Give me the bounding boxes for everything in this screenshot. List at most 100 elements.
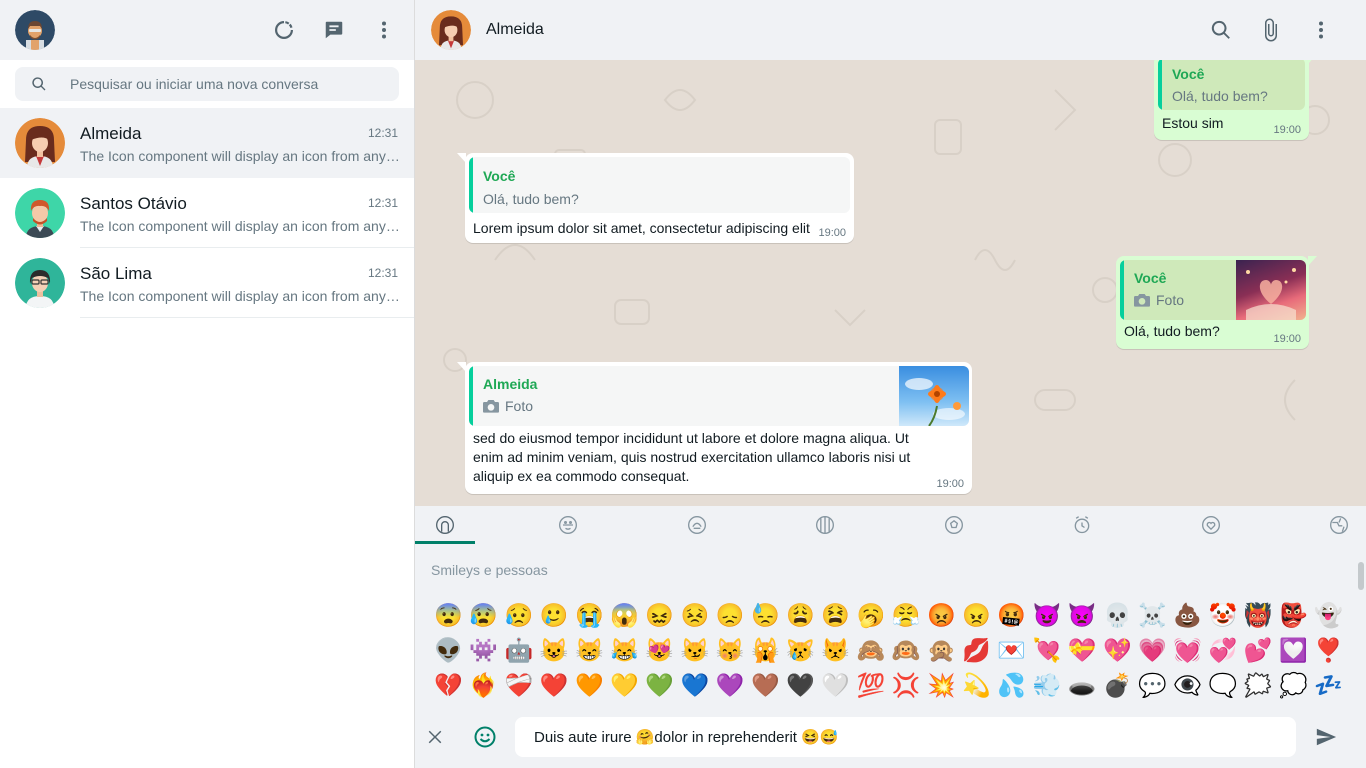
emoji-button[interactable]: 🗯️ — [1241, 668, 1276, 703]
new-chat-button[interactable] — [314, 10, 354, 50]
tab-objects[interactable] — [1181, 506, 1241, 544]
tab-food[interactable] — [667, 506, 727, 544]
emoji-button[interactable]: 😈 — [1029, 598, 1064, 633]
emoji-button[interactable]: 💢 — [889, 668, 924, 703]
tab-sports[interactable] — [924, 506, 984, 544]
emoji-button[interactable]: 💦 — [994, 668, 1029, 703]
emoji-button[interactable]: 😻 — [642, 633, 677, 668]
emoji-button[interactable]: 🗨️ — [1205, 668, 1240, 703]
emoji-button[interactable]: 😥 — [501, 598, 536, 633]
emoji-button[interactable]: 💤 — [1311, 668, 1346, 703]
emoji-button[interactable]: ❣️ — [1311, 633, 1346, 668]
emoji-button[interactable]: 💘 — [1029, 633, 1064, 668]
tab-animals[interactable] — [538, 506, 598, 544]
emoji-button[interactable]: 👻 — [1311, 598, 1346, 633]
message-bubble-outgoing[interactable]: Você Foto Olá, tudo bem? 19:00 — [1116, 256, 1317, 349]
chat-list-item-santos-otavio[interactable]: Santos Otávio 12:31 The Icon component w… — [0, 178, 414, 248]
emoji-scrollbar[interactable] — [1358, 562, 1364, 590]
emoji-button[interactable]: 💞 — [1205, 633, 1240, 668]
emoji-button[interactable]: 😡 — [924, 598, 959, 633]
quote-thumbnail[interactable] — [899, 366, 969, 426]
emoji-button[interactable]: 💖 — [1100, 633, 1135, 668]
emoji-button[interactable]: 💚 — [642, 668, 677, 703]
status-button[interactable] — [264, 10, 304, 50]
emoji-button[interactable]: 😺 — [537, 633, 572, 668]
emoji-button[interactable]: 💙 — [677, 668, 712, 703]
emoji-button[interactable]: 😱 — [607, 598, 642, 633]
emoji-button[interactable]: 🕳️ — [1065, 668, 1100, 703]
emoji-button[interactable]: 😣 — [677, 598, 712, 633]
emoji-button[interactable]: ❤️‍🩹 — [501, 668, 536, 703]
emoji-button[interactable]: 💕 — [1241, 633, 1276, 668]
emoji-button[interactable]: 🙉 — [889, 633, 924, 668]
quoted-message[interactable]: Você Olá, tudo bem? — [1158, 60, 1305, 110]
emoji-button[interactable]: 🤖 — [501, 633, 536, 668]
emoji-button[interactable]: 😰 — [466, 598, 501, 633]
emoji-button[interactable]: ☠️ — [1135, 598, 1170, 633]
emoji-button[interactable]: 👾 — [466, 633, 501, 668]
emoji-button[interactable]: 🤍 — [818, 668, 853, 703]
emoji-button[interactable]: 👿 — [1065, 598, 1100, 633]
quoted-message[interactable]: Almeida Foto — [469, 366, 969, 426]
emoji-button[interactable]: 💛 — [607, 668, 642, 703]
emoji-button[interactable]: 💜 — [713, 668, 748, 703]
emoji-button[interactable]: 💭 — [1276, 668, 1311, 703]
emoji-button[interactable]: 🙈 — [853, 633, 888, 668]
quote-thumbnail[interactable] — [1236, 260, 1306, 320]
chat-list-item-sao-lima[interactable]: São Lima 12:31 The Icon component will d… — [0, 248, 414, 318]
tab-travel[interactable] — [1052, 506, 1112, 544]
emoji-button[interactable]: 💀 — [1100, 598, 1135, 633]
quoted-message[interactable]: Você Olá, tudo bem? — [469, 157, 850, 213]
emoji-button[interactable]: 🤬 — [994, 598, 1029, 633]
attach-button[interactable] — [1251, 10, 1291, 50]
my-avatar[interactable] — [15, 10, 55, 50]
emoji-button[interactable]: 💣 — [1100, 668, 1135, 703]
emoji-button[interactable]: 💔 — [431, 668, 466, 703]
emoji-button[interactable]: 😩 — [783, 598, 818, 633]
emoji-button[interactable]: 🤎 — [748, 668, 783, 703]
tab-symbols[interactable] — [1309, 506, 1366, 544]
close-emoji-button[interactable] — [415, 717, 455, 757]
emoji-button[interactable]: 😿 — [783, 633, 818, 668]
tab-smileys[interactable] — [415, 506, 475, 544]
emoji-button[interactable]: 💫 — [959, 668, 994, 703]
emoji-button[interactable]: 🙀 — [748, 633, 783, 668]
emoji-button[interactable]: 😽 — [713, 633, 748, 668]
quoted-message[interactable]: Você Foto — [1120, 260, 1306, 320]
emoji-button[interactable]: 💋 — [959, 633, 994, 668]
conversation-menu-button[interactable] — [1301, 10, 1341, 50]
emoji-button[interactable]: 👹 — [1241, 598, 1276, 633]
emoji-toggle-button[interactable] — [465, 717, 505, 757]
message-bubble-incoming[interactable]: Você Olá, tudo bem? Lorem ipsum dolor si… — [457, 153, 854, 243]
emoji-button[interactable]: 💬 — [1135, 668, 1170, 703]
search-input[interactable] — [70, 67, 390, 101]
emoji-button[interactable]: 🖤 — [783, 668, 818, 703]
emoji-button[interactable]: 💓 — [1170, 633, 1205, 668]
emoji-button[interactable]: 💝 — [1065, 633, 1100, 668]
emoji-button[interactable]: 💗 — [1135, 633, 1170, 668]
emoji-button[interactable]: 🥲 — [537, 598, 572, 633]
emoji-button[interactable]: 💥 — [924, 668, 959, 703]
emoji-button[interactable]: 😞 — [713, 598, 748, 633]
sidebar-menu-button[interactable] — [364, 10, 404, 50]
emoji-button[interactable]: 😸 — [572, 633, 607, 668]
emoji-button[interactable]: 😭 — [572, 598, 607, 633]
emoji-button[interactable]: ❤️ — [537, 668, 572, 703]
message-input[interactable]: Duis aute irure 🤗dolor in reprehenderit … — [515, 717, 1296, 757]
emoji-button[interactable]: 💯 — [853, 668, 888, 703]
contact-avatar[interactable] — [431, 10, 471, 50]
emoji-button[interactable]: 😓 — [748, 598, 783, 633]
emoji-button[interactable]: 💩 — [1170, 598, 1205, 633]
emoji-button[interactable]: 😹 — [607, 633, 642, 668]
send-button[interactable] — [1306, 717, 1346, 757]
emoji-button[interactable]: 🤡 — [1205, 598, 1240, 633]
emoji-button[interactable]: 😫 — [818, 598, 853, 633]
message-bubble-outgoing[interactable]: Você Olá, tudo bem? Estou sim 19:00 — [1154, 60, 1317, 140]
emoji-button[interactable]: 👺 — [1276, 598, 1311, 633]
emoji-button[interactable]: 😨 — [431, 598, 466, 633]
emoji-button[interactable]: 😖 — [642, 598, 677, 633]
message-list[interactable]: Você Olá, tudo bem? Estou sim 19:00 Você… — [415, 60, 1366, 506]
emoji-button[interactable]: 😾 — [818, 633, 853, 668]
emoji-button[interactable]: 😤 — [889, 598, 924, 633]
emoji-button[interactable]: 🙊 — [924, 633, 959, 668]
